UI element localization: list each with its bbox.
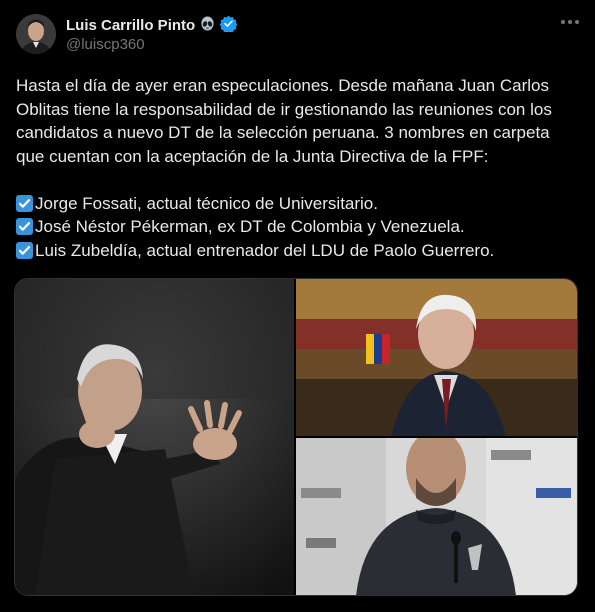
- tweet-header: Luis Carrillo Pinto @luiscp360: [16, 14, 579, 62]
- list-item: Jorge Fossati, actual técnico de Univers…: [16, 192, 578, 216]
- photo-jorge-fossati[interactable]: [15, 279, 294, 595]
- user-info: Luis Carrillo Pinto @luiscp360: [66, 14, 238, 53]
- name-row: Luis Carrillo Pinto: [66, 15, 238, 36]
- check-mark-button-icon: [16, 218, 33, 236]
- check-mark-button-icon: [16, 241, 33, 259]
- user-handle[interactable]: @luiscp360: [66, 36, 237, 53]
- check-mark-button-icon: [16, 194, 33, 212]
- tweet-text: Hasta el día de ayer eran especulaciones…: [16, 74, 578, 262]
- alien-icon: [200, 15, 215, 35]
- tweet-paragraph: Hasta el día de ayer eran especulaciones…: [16, 76, 557, 166]
- list-item: José Néstor Pékerman, ex DT de Colombia …: [16, 215, 578, 239]
- list-item-text: José Néstor Pékerman, ex DT de Colombia …: [35, 217, 465, 236]
- list-item-text: Jorge Fossati, actual técnico de Univers…: [35, 193, 378, 213]
- verified-badge-icon[interactable]: [219, 15, 238, 36]
- avatar[interactable]: [16, 14, 56, 54]
- tweet: Luis Carrillo Pinto @luiscp360 Hasta el …: [0, 0, 595, 612]
- list-item-text: Luis Zubeldía, actual entrenador del LDU…: [35, 240, 495, 260]
- photo-column: [296, 279, 577, 595]
- photo-luis-zubeldia[interactable]: [296, 438, 577, 595]
- display-name[interactable]: Luis Carrillo Pinto: [66, 17, 195, 34]
- more-options-icon[interactable]: [561, 20, 579, 24]
- photo-jose-pekerman[interactable]: [296, 279, 577, 436]
- list-item: Luis Zubeldía, actual entrenador del LDU…: [16, 239, 578, 263]
- media-grid: [14, 278, 578, 596]
